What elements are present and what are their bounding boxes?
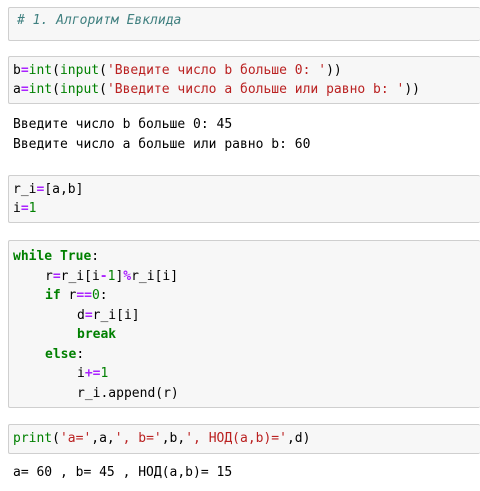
code-token: ==	[76, 288, 92, 303]
code-token: r_i.append(r)	[77, 385, 179, 401]
code-token: r	[45, 268, 53, 284]
code-line: r_i.append(r)	[77, 384, 179, 404]
code-line: else:	[45, 345, 84, 365]
code-token: r_i[i	[60, 268, 100, 284]
code-token: =	[20, 63, 29, 78]
code-token: b	[13, 63, 21, 78]
code-token: (	[99, 82, 107, 97]
code-line: a=int(input('Введите число a больше или …	[13, 80, 420, 100]
code-token: 0	[91, 288, 100, 303]
code-token: +=	[84, 366, 101, 381]
code-token: print	[13, 431, 53, 446]
code-line: print('a=',a,', b=',b,', НОД(a,b)=',d)	[13, 429, 310, 449]
code-token: %	[123, 268, 132, 284]
cell-output: Введите число a больше или равно b: 60	[13, 137, 311, 152]
code-line: i=1	[13, 199, 36, 219]
code-token: break	[77, 327, 117, 342]
markdown-heading: # 1. Алгоритм Евклида	[17, 13, 182, 28]
code-token: while	[13, 249, 53, 264]
code-token: :	[99, 288, 108, 303]
code-token: 1	[100, 366, 109, 381]
code-token: (	[99, 63, 107, 78]
code-token: ,a,	[91, 431, 115, 446]
code-token: =	[20, 201, 29, 216]
code-token: r_i[i]	[131, 268, 179, 284]
code-token: True	[59, 249, 92, 264]
code-line: d=r_i[i]	[77, 306, 140, 326]
code-line: r_i=[a,b]	[13, 180, 83, 200]
code-token: ))	[404, 82, 421, 97]
cell-output: Введите число b больше 0: 45	[13, 117, 233, 132]
cell-output: a= 60 , b= 45 , НОД(a,b)= 15	[13, 465, 233, 480]
code-token: else	[45, 346, 77, 362]
code-token: ', b='	[114, 431, 162, 446]
code-token: ,b,	[161, 431, 186, 446]
code-token: r_i[i]	[92, 307, 140, 323]
code-token: =	[84, 307, 93, 323]
code-token: (	[52, 82, 60, 97]
code-token: -	[99, 268, 108, 284]
code-token: int	[28, 63, 53, 78]
code-token: if	[45, 288, 61, 303]
code-token: i	[77, 366, 85, 381]
code-token: =	[20, 82, 29, 97]
code-token: (	[52, 431, 60, 446]
code-token: [a,b]	[44, 182, 84, 197]
code-token: (	[52, 63, 60, 78]
code-token: ', НОД(a,b)='	[185, 431, 287, 446]
code-line: break	[77, 325, 116, 345]
code-cell-input[interactable]: b=int(input('Введите число b больше 0: '…	[8, 56, 480, 104]
code-token: 'Введите число a больше или равно b: '	[106, 82, 405, 97]
code-token: i	[13, 201, 21, 216]
code-token: 'Введите число b больше 0: '	[106, 63, 327, 78]
code-token: int	[28, 82, 53, 97]
code-cell-loop[interactable]: while True: r=r_i[i-1]%r_i[i] if r==0: d…	[8, 240, 480, 408]
code-line: i+=1	[77, 364, 108, 384]
code-cell-init[interactable]: r_i=[a,b] i=1	[8, 175, 480, 223]
code-token: 1	[28, 201, 37, 216]
code-line: if r==0:	[45, 286, 108, 306]
code-cell-print[interactable]: print('a=',a,', b=',b,', НОД(a,b)=',d)	[8, 424, 480, 454]
code-token: r	[60, 288, 77, 303]
code-token: input	[59, 82, 100, 97]
code-token: :	[91, 249, 100, 264]
code-line: while True:	[13, 247, 99, 267]
code-line: r=r_i[i-1]%r_i[i]	[45, 267, 178, 287]
code-token: :	[76, 346, 85, 362]
code-token: a	[13, 82, 21, 97]
code-token: input	[59, 63, 100, 78]
code-token: ))	[326, 63, 342, 78]
code-token: 'a='	[59, 431, 92, 446]
code-token: r_i	[13, 182, 37, 197]
code-line: b=int(input('Введите число b больше 0: '…	[13, 61, 342, 81]
markdown-cell[interactable]: # 1. Алгоритм Евклида	[8, 7, 480, 41]
code-token: d	[77, 307, 85, 323]
code-token: ,d)	[286, 431, 311, 446]
code-token: =	[52, 268, 61, 284]
